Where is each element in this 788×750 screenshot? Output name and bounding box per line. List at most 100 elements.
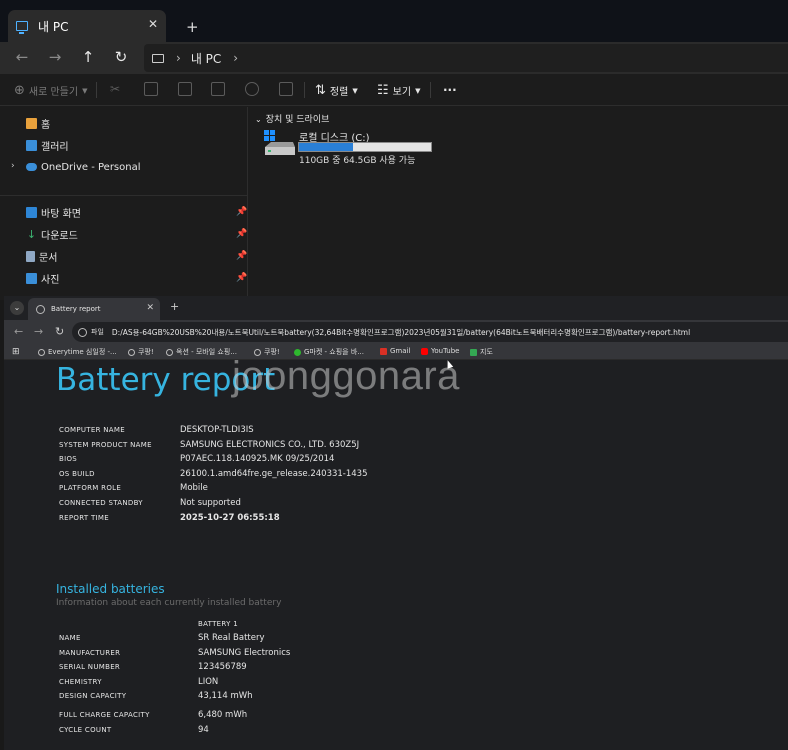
battery-value: 94 xyxy=(198,725,209,735)
devices-and-drives-header[interactable]: ⌄ 장치 및 드라이브 xyxy=(255,112,329,125)
url-text[interactable]: D:/AS용-64GB%20USB%20내용/노트북Util/노트북batter… xyxy=(112,327,690,338)
explorer-tab-bar: 내 PC ✕ + xyxy=(0,0,788,42)
group-header-label: 장치 및 드라이브 xyxy=(265,115,330,125)
battery-label: FULL CHARGE CAPACITY xyxy=(59,711,150,719)
cut-icon[interactable]: ✂ xyxy=(110,82,124,96)
forward-arrow-icon[interactable]: → xyxy=(34,325,43,338)
bookmark-label: 쿠팡! xyxy=(138,348,154,356)
up-arrow-icon[interactable]: ↑ xyxy=(78,48,98,66)
globe-icon xyxy=(128,348,135,356)
info-label: BIOS xyxy=(59,455,78,463)
pin-icon[interactable]: 📌 xyxy=(236,207,247,217)
info-label: OS BUILD xyxy=(59,470,95,478)
battery-value: 6,480 mWh xyxy=(198,710,248,720)
sidebar-item-documents[interactable]: 문서 xyxy=(26,247,57,265)
bookmark-label: Everytime 심일정 -... xyxy=(48,348,117,356)
omnibox[interactable]: 파일 D:/AS용-64GB%20USB%20내용/노트북Util/노트북bat… xyxy=(72,322,788,342)
sidebar-divider xyxy=(0,195,247,196)
explorer-tab-my-pc[interactable]: 내 PC ✕ xyxy=(8,10,166,42)
command-bar: ⊕ 새로 만들기 ▼ ✂ ⇅ 정렬 ▼ ☷ 보기 ▼ ··· xyxy=(0,74,788,106)
paste-icon[interactable] xyxy=(178,82,192,96)
info-value: Not supported xyxy=(180,498,241,508)
view-icon: ☷ xyxy=(377,83,389,98)
divider xyxy=(430,82,431,98)
explorer-nav-bar: ← → ↑ ↻ › 내 PC › xyxy=(0,42,788,74)
battery-label: MANUFACTURER xyxy=(59,649,121,657)
bookmark-label: 지도 xyxy=(480,348,493,356)
new-tab-button[interactable]: + xyxy=(186,18,199,36)
refresh-icon[interactable]: ↻ xyxy=(111,48,131,66)
bookmark-item[interactable]: 지도 xyxy=(470,347,493,357)
sidebar-item-desktop[interactable]: 바탕 화면 xyxy=(26,203,81,221)
bookmark-item[interactable]: Everytime 심일정 -... xyxy=(38,347,117,357)
breadcrumb-separator[interactable]: › xyxy=(233,51,238,65)
browser-tab-battery-report[interactable]: Battery report ✕ xyxy=(28,298,160,320)
tab-search-icon[interactable]: ⌄ xyxy=(10,301,24,315)
view-button[interactable]: ☷ 보기 ▼ xyxy=(377,83,420,98)
rename-icon[interactable] xyxy=(211,82,225,96)
browser-window: ⌄ Battery report ✕ + ← → ↻ 파일 D:/AS용-64G… xyxy=(4,296,788,750)
chevron-down-icon: ▼ xyxy=(82,86,88,95)
info-label: SYSTEM PRODUCT NAME xyxy=(59,441,152,449)
breadcrumb-my-pc[interactable]: 내 PC xyxy=(191,50,221,67)
battery-value: SR Real Battery xyxy=(198,633,265,643)
sidebar-item-onedrive[interactable]: OneDrive - Personal xyxy=(26,158,141,176)
sidebar-item-downloads[interactable]: ↓ 다운로드 xyxy=(26,225,78,243)
pictures-icon xyxy=(26,272,37,284)
battery-label: DESIGN CAPACITY xyxy=(59,692,127,700)
globe-icon xyxy=(36,304,45,314)
close-tab-icon[interactable]: ✕ xyxy=(146,303,154,313)
reload-icon[interactable]: ↻ xyxy=(55,325,64,338)
back-arrow-icon[interactable]: ← xyxy=(12,48,32,66)
sidebar-item-label: 사진 xyxy=(41,274,60,286)
battery-value: LION xyxy=(198,677,219,687)
battery-value: 43,114 mWh xyxy=(198,691,253,701)
drive-usage-fill xyxy=(299,143,354,151)
installed-batteries-heading: Installed batteries xyxy=(56,582,165,596)
delete-icon[interactable] xyxy=(279,82,293,96)
onedrive-icon xyxy=(26,163,37,171)
chevron-right-icon[interactable]: › xyxy=(11,161,15,171)
pin-icon[interactable]: 📌 xyxy=(236,273,247,283)
bookmark-item[interactable]: 옥션 - 모바일 쇼핑... xyxy=(166,347,237,357)
monitor-icon xyxy=(152,53,164,63)
pin-icon[interactable]: 📌 xyxy=(236,251,247,261)
new-button[interactable]: ⊕ 새로 만들기 ▼ xyxy=(14,83,87,98)
sidebar-item-pictures[interactable]: 사진 xyxy=(26,269,59,287)
back-arrow-icon[interactable]: ← xyxy=(14,325,23,338)
copy-icon[interactable] xyxy=(144,82,158,96)
address-bar[interactable]: › 내 PC › xyxy=(144,44,788,72)
info-value: SAMSUNG ELECTRONICS CO., LTD. 630Z5J xyxy=(180,440,360,450)
pin-icon[interactable]: 📌 xyxy=(236,229,247,239)
sort-icon: ⇅ xyxy=(315,83,326,98)
bookmark-item[interactable]: 쿠팡! xyxy=(128,347,154,357)
sidebar-item-gallery[interactable]: 갤러리 xyxy=(26,136,69,154)
site-info-icon[interactable] xyxy=(78,327,87,337)
installed-batteries-subtitle: Information about each currently install… xyxy=(56,598,282,608)
battery-label: NAME xyxy=(59,634,81,642)
download-icon: ↓ xyxy=(26,227,37,241)
new-tab-button[interactable]: + xyxy=(170,300,179,313)
sort-button[interactable]: ⇅ 정렬 ▼ xyxy=(315,83,358,98)
info-value: 26100.1.amd64fre.ge_release.240331-1435 xyxy=(180,469,368,479)
home-icon xyxy=(26,117,37,129)
close-tab-icon[interactable]: ✕ xyxy=(148,17,158,31)
explorer-tab-title: 내 PC xyxy=(38,19,69,34)
desktop-folder-icon xyxy=(26,206,37,218)
sidebar-item-home[interactable]: 홈 xyxy=(26,114,50,132)
sort-button-label: 정렬 xyxy=(329,87,349,98)
sidebar-item-label: OneDrive - Personal xyxy=(41,161,141,173)
battery-report-page: Battery report joonggonara COMPUTER NAME… xyxy=(4,354,788,750)
battery-label: CHEMISTRY xyxy=(59,678,102,686)
info-label: CONNECTED STANDBY xyxy=(59,499,143,507)
share-icon[interactable] xyxy=(245,82,259,96)
forward-arrow-icon[interactable]: → xyxy=(45,48,65,66)
navigation-pane: 홈 갤러리 › OneDrive - Personal 바탕 화면 📌 ↓ 다운… xyxy=(0,107,248,300)
apps-grid-icon[interactable]: ⊞ xyxy=(12,347,20,357)
drive-usage-bar xyxy=(298,142,432,152)
info-value: DESKTOP-TLDI3IS xyxy=(180,425,254,435)
divider xyxy=(96,82,97,98)
file-explorer-window: 내 PC ✕ + ← → ↑ ↻ › 내 PC › ⊕ 새로 만들기 ▼ ✂ ⇅ xyxy=(0,0,788,300)
info-value: P07AEC.118.140925.MK 09/25/2014 xyxy=(180,454,335,464)
more-options-icon[interactable]: ··· xyxy=(443,83,457,97)
